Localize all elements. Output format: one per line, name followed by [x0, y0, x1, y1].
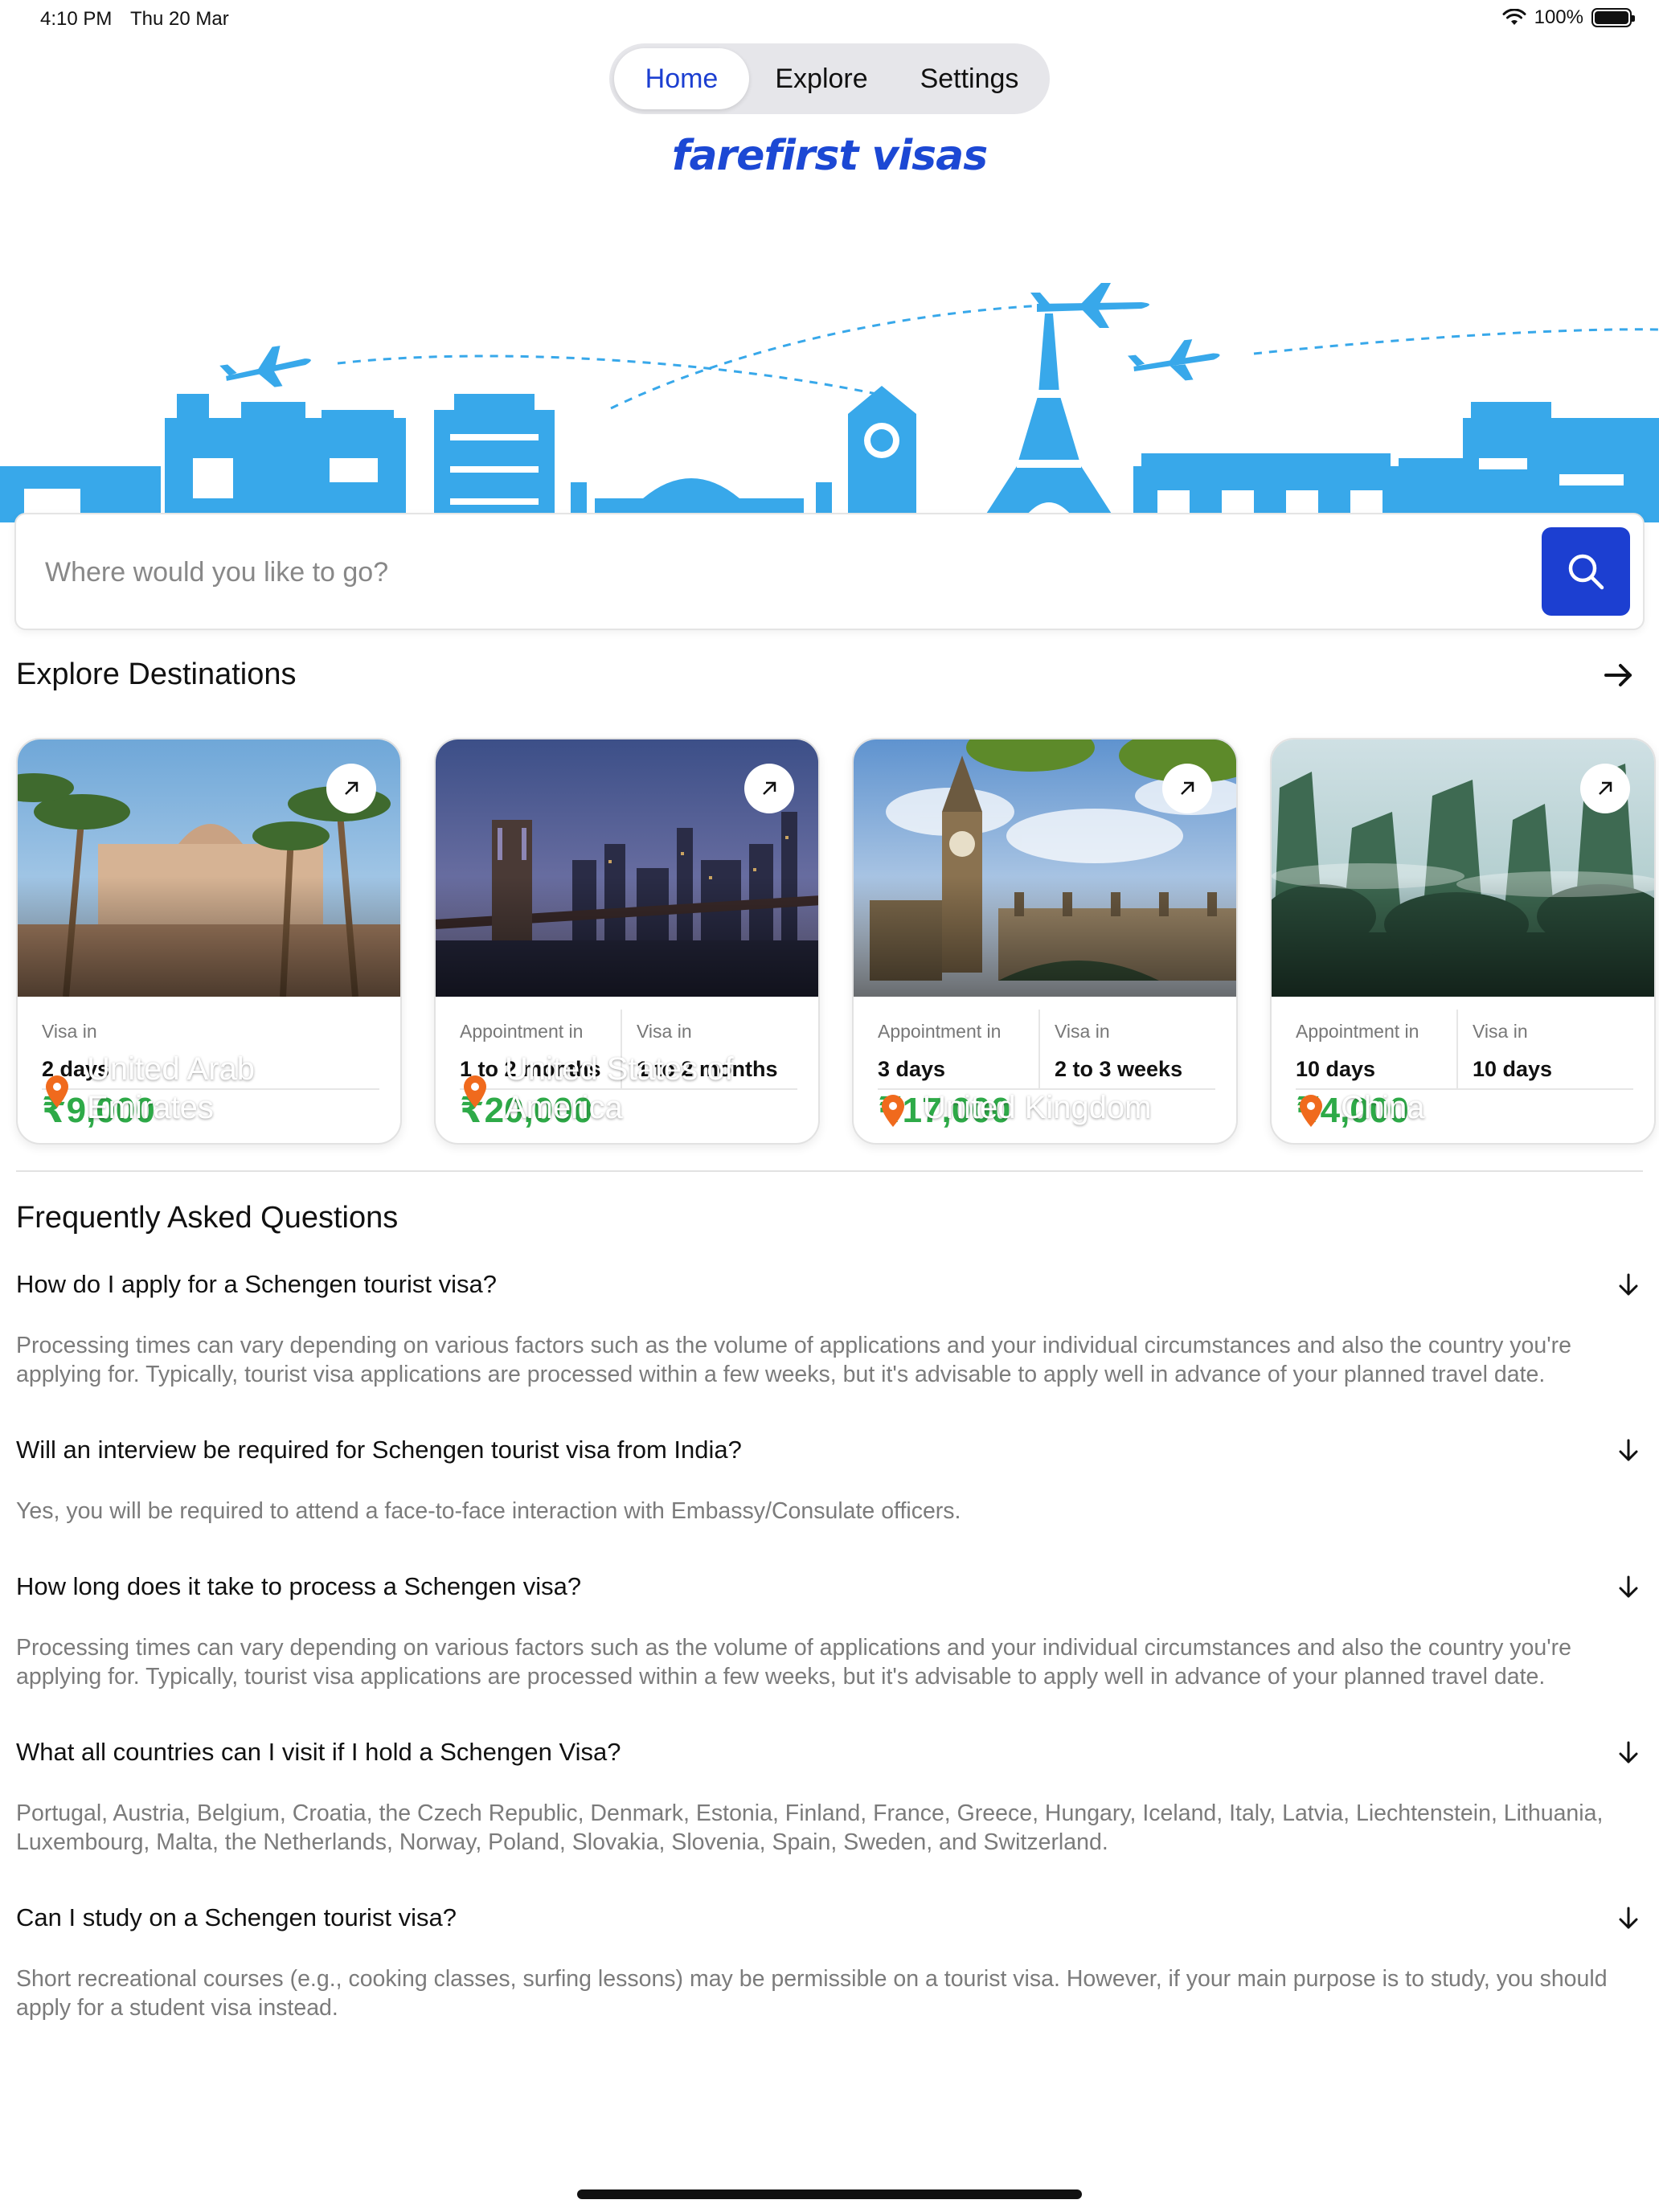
info-label: Appointment in	[878, 1021, 1002, 1042]
battery-percent: 100%	[1534, 6, 1583, 28]
appointment-time: Appointment in 10 days	[1296, 1010, 1456, 1088]
info-value: 3 days	[878, 1057, 946, 1081]
see-all-arrow-icon[interactable]	[1603, 659, 1635, 691]
faq-item[interactable]: How do I apply for a Schengen tourist vi…	[16, 1270, 1643, 1389]
info-label: Appointment in	[1296, 1021, 1419, 1042]
info-value: 2 to 3 weeks	[1055, 1057, 1183, 1081]
faq-answer: Portugal, Austria, Belgium, Croatia, the…	[16, 1800, 1604, 1855]
faq-question[interactable]: Will an interview be required for Scheng…	[16, 1436, 1643, 1464]
search-button[interactable]	[1542, 527, 1630, 616]
arrow-down-icon[interactable]	[1617, 1439, 1640, 1463]
arrow-down-icon[interactable]	[1617, 1741, 1640, 1765]
destination-card-uae[interactable]: United Arab Emirates Visa in 2 days ₹9,0…	[16, 738, 402, 1145]
destination-carousel: United Arab Emirates Visa in 2 days ₹9,0…	[16, 738, 1659, 1145]
arrow-up-right-icon	[1599, 781, 1612, 795]
faq-item[interactable]: Can I study on a Schengen tourist visa? …	[16, 1903, 1643, 2022]
destination-info: Appointment in 3 days Visa in 2 to 3 wee…	[878, 1010, 1215, 1090]
tab-settings[interactable]: Settings	[894, 48, 1045, 109]
destination-card-uk[interactable]: United Kingdom Appointment in 3 days Vis…	[852, 738, 1238, 1145]
info-label: Visa in	[1055, 1021, 1110, 1042]
home-indicator[interactable]	[577, 2189, 1082, 2199]
status-time: 4:10 PM	[40, 8, 113, 30]
tab-explore[interactable]: Explore	[749, 48, 894, 109]
info-value: 10 days	[1296, 1057, 1376, 1081]
visa-time: Visa in 10 days	[1456, 1010, 1633, 1088]
brand-logo: farefirst visas	[671, 132, 988, 180]
wifi-icon	[1502, 9, 1526, 25]
arrow-down-icon[interactable]	[1617, 1273, 1640, 1297]
info-label: Appointment in	[460, 1021, 584, 1042]
faq-answer: Processing times can vary depending on v…	[16, 1333, 1571, 1387]
status-date: Thu 20 Mar	[130, 8, 229, 30]
tab-home[interactable]: Home	[614, 48, 749, 109]
faq-question[interactable]: What all countries can I visit if I hold…	[16, 1738, 1643, 1767]
location-pin-icon	[882, 1095, 904, 1127]
info-label: Visa in	[637, 1021, 692, 1042]
search-input[interactable]	[45, 547, 1492, 598]
faq-item[interactable]: Will an interview be required for Scheng…	[16, 1436, 1643, 1526]
faq-list: How do I apply for a Schengen tourist vi…	[16, 1270, 1643, 2069]
battery-icon	[1591, 8, 1635, 27]
arrow-up-right-icon	[345, 781, 358, 795]
destination-name: China	[1341, 1090, 1425, 1125]
skyline-illustration	[0, 283, 1659, 522]
info-label: Visa in	[1473, 1021, 1528, 1042]
status-bar: 4:10 PM Thu 20 Mar 100%	[0, 0, 1659, 39]
open-china-button[interactable]	[1580, 764, 1630, 813]
destination-card-china[interactable]: China Appointment in 10 days Visa in 10 …	[1270, 738, 1656, 1145]
explore-title: Explore Destinations	[16, 657, 297, 691]
location-pin-icon	[1300, 1095, 1322, 1127]
faq-item[interactable]: What all countries can I visit if I hold…	[16, 1738, 1643, 1857]
destination-name: United Arab Emirates	[87, 1051, 256, 1125]
search-icon	[1568, 554, 1604, 590]
faq-question[interactable]: Can I study on a Schengen tourist visa?	[16, 1903, 1643, 1932]
destination-card-usa[interactable]: United States of America Appointment in …	[434, 738, 820, 1145]
faq-answer: Yes, you will be required to attend a fa…	[16, 1498, 961, 1524]
top-tab-bar: Home Explore Settings	[609, 43, 1050, 114]
info-label: Visa in	[42, 1021, 97, 1042]
arrow-down-icon[interactable]	[1617, 1907, 1640, 1931]
arrow-up-right-icon	[763, 781, 776, 795]
open-uk-button[interactable]	[1162, 764, 1212, 813]
faq-answer: Short recreational courses (e.g., cookin…	[16, 1966, 1608, 2021]
faq-question[interactable]: How do I apply for a Schengen tourist vi…	[16, 1270, 1643, 1299]
destination-info: Appointment in 10 days Visa in 10 days	[1296, 1010, 1633, 1090]
faq-title: Frequently Asked Questions	[16, 1201, 399, 1235]
arrow-up-right-icon	[1181, 781, 1194, 795]
destination-name: United Kingdom	[923, 1090, 1152, 1125]
section-divider	[16, 1170, 1643, 1172]
status-right: 100%	[1502, 6, 1635, 29]
info-value: 10 days	[1473, 1057, 1553, 1081]
faq-item[interactable]: How long does it take to process a Schen…	[16, 1572, 1643, 1691]
faq-question[interactable]: How long does it take to process a Schen…	[16, 1572, 1643, 1601]
visa-time: Visa in 2 to 3 weeks	[1038, 1010, 1215, 1088]
arrow-down-icon[interactable]	[1617, 1575, 1640, 1600]
location-pin-icon	[46, 1075, 68, 1108]
appointment-time: Appointment in 3 days	[878, 1010, 1038, 1088]
faq-answer: Processing times can vary depending on v…	[16, 1635, 1571, 1690]
search-bar	[14, 513, 1645, 630]
open-usa-button[interactable]	[744, 764, 794, 813]
destination-name: United States of America	[505, 1051, 734, 1125]
open-uae-button[interactable]	[326, 764, 376, 813]
location-pin-icon	[464, 1075, 486, 1108]
